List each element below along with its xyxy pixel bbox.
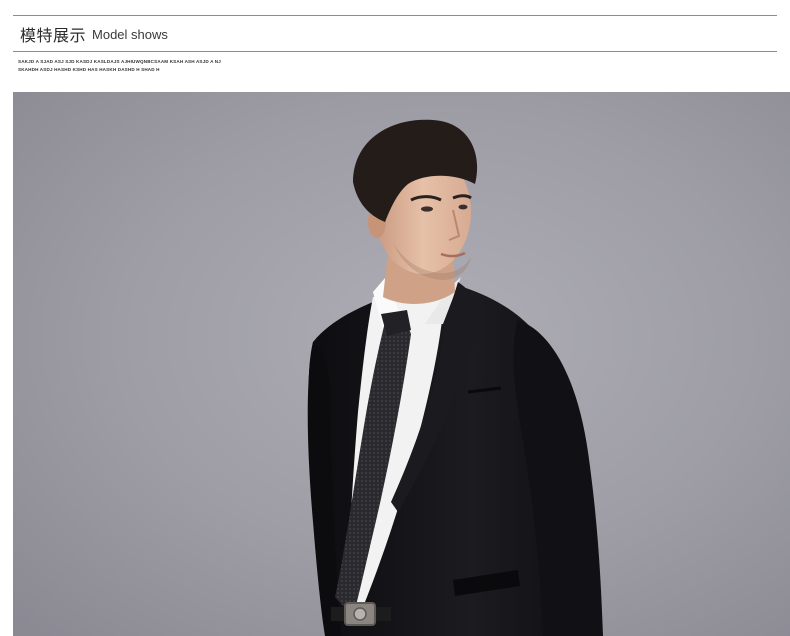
decorative-filler-text-line-2: SKAHDH ASDJ HASHD KSHD HAS HASKH DASHD H… — [18, 67, 160, 72]
eye-left — [421, 206, 433, 212]
decorative-filler-text-line-1: SAKJD A SJAD ASJ SJD KASDJ KASLDAJS AJHI… — [18, 59, 221, 64]
section-title-en: Model shows — [92, 26, 168, 42]
model-illustration — [13, 92, 790, 636]
header-bottom-rule — [13, 51, 777, 52]
header-top-rule — [13, 15, 777, 16]
section-title-cn: 模特展示 — [20, 26, 87, 45]
section-title: 模特展示 Model shows — [20, 22, 168, 46]
belt-buckle-emblem — [353, 607, 367, 621]
eye-right — [458, 204, 468, 210]
model-photo — [13, 92, 790, 636]
